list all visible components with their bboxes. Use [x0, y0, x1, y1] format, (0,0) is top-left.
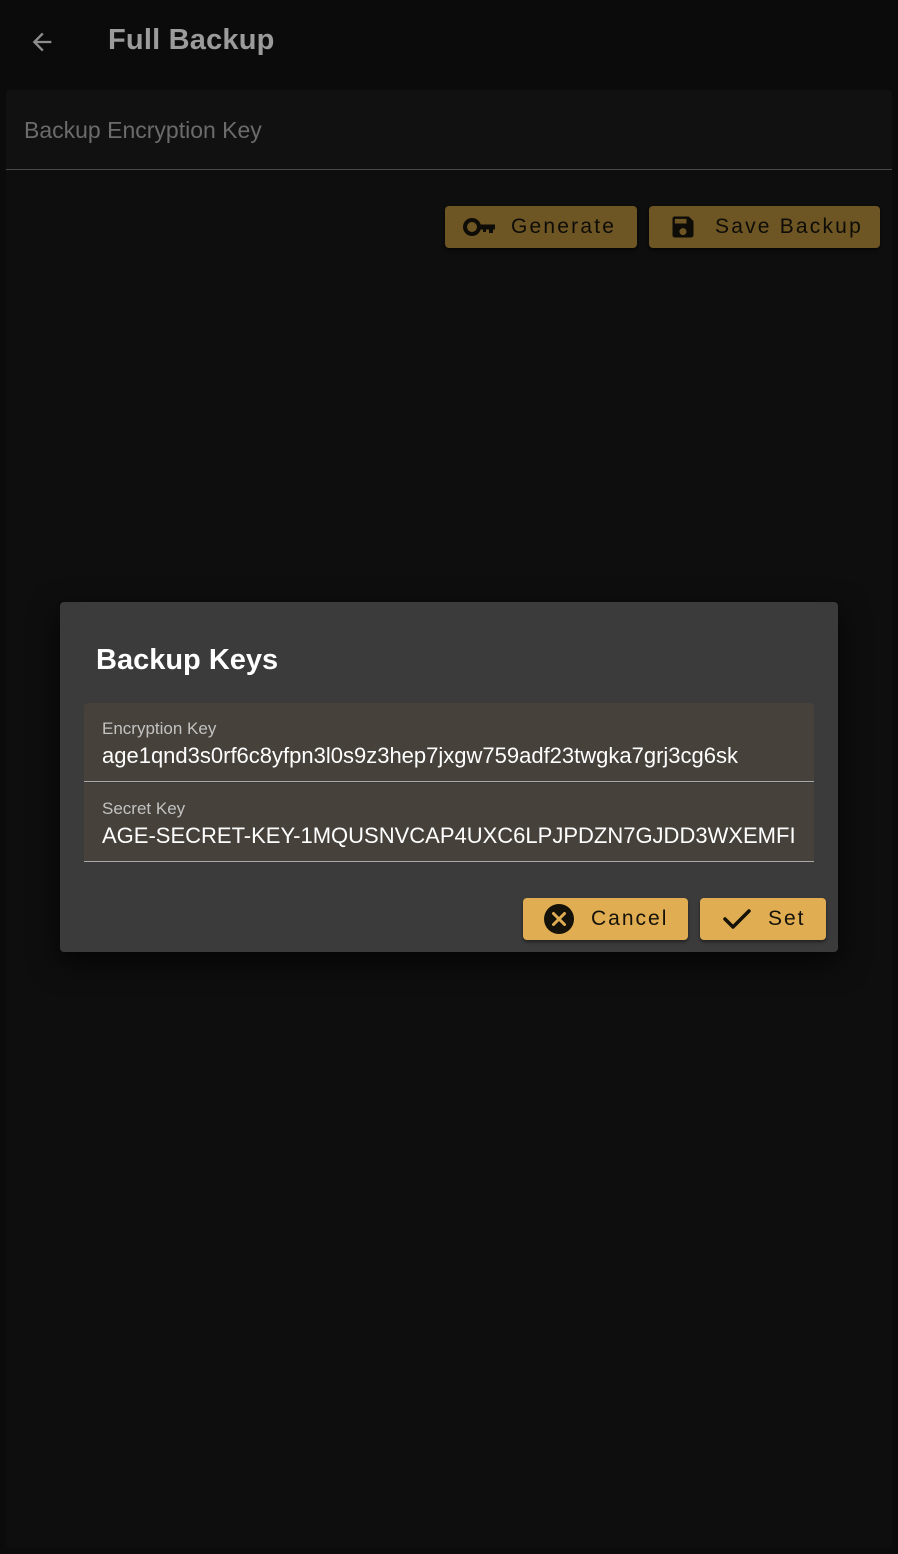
dialog-title: Backup Keys — [96, 644, 279, 676]
cancel-button-label: Cancel — [591, 907, 669, 930]
secret-key-value[interactable]: AGE-SECRET-KEY-1MQUSNVCAP4UXC6LPJPDZN7GJ… — [102, 823, 796, 849]
set-button-label: Set — [768, 907, 806, 930]
close-circle-icon — [543, 903, 575, 935]
set-button[interactable]: Set — [700, 898, 826, 940]
encryption-key-field[interactable]: Encryption Key age1qnd3s0rf6c8yfpn3l0s9z… — [84, 703, 814, 782]
secret-key-label: Secret Key — [102, 799, 186, 818]
encryption-key-value[interactable]: age1qnd3s0rf6c8yfpn3l0s9z3hep7jxgw759adf… — [102, 743, 796, 769]
encryption-key-label: Encryption Key — [102, 719, 217, 738]
secret-key-field[interactable]: Secret Key AGE-SECRET-KEY-1MQUSNVCAP4UXC… — [84, 783, 814, 862]
backup-keys-dialog: Backup Keys Encryption Key age1qnd3s0rf6… — [60, 602, 838, 952]
cancel-button[interactable]: Cancel — [523, 898, 688, 940]
check-icon — [722, 907, 752, 931]
